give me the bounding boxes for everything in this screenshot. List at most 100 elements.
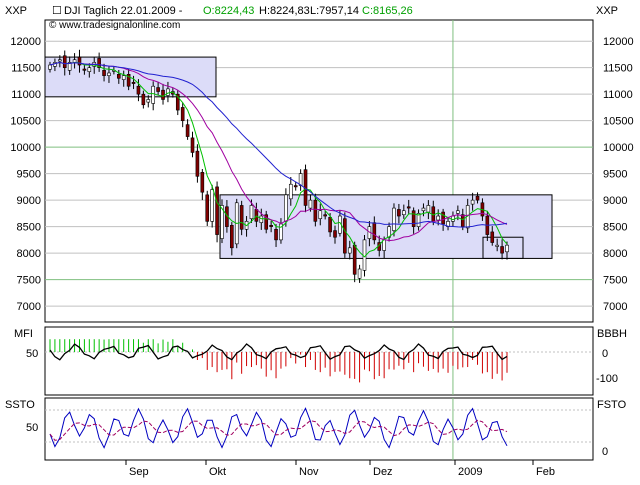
candle-body: [293, 185, 298, 188]
candle-body: [166, 88, 170, 96]
price-tick-right: 12000: [603, 36, 634, 48]
candle-body: [151, 85, 155, 104]
candle-body: [58, 59, 62, 62]
candle-body: [426, 205, 431, 213]
mfi-right-tick-minus100: -100: [596, 373, 618, 385]
candle-body: [318, 210, 323, 219]
mfi-right-label: BBBH: [597, 328, 627, 340]
candle-body: [116, 74, 121, 79]
candle-body: [421, 207, 426, 212]
candle-body: [347, 247, 352, 254]
copyright-label: © www.tradesignalonline.com: [49, 20, 180, 31]
candle-body: [62, 55, 67, 68]
candle-body: [505, 244, 509, 253]
candle-body: [397, 209, 401, 217]
candle-body: [284, 194, 288, 222]
chart-canvas: XXP ☐ DJI Taglich 22.01.2009 - O:8224,43…: [5, 5, 634, 478]
candle-body: [215, 186, 219, 235]
candle-body: [254, 209, 259, 222]
candle-body: [392, 207, 396, 231]
candle-body: [352, 244, 357, 275]
x-label: Nov: [299, 466, 319, 478]
candle-body: [402, 210, 406, 216]
ssto-right-label: FSTO: [597, 399, 627, 411]
price-tick-right: 9500: [603, 169, 627, 181]
mfi-right-tick-0: 0: [602, 348, 608, 360]
x-label: Feb: [536, 466, 555, 478]
price-tick-right: 8500: [603, 222, 627, 234]
time-axis: Sep Okt Nov Dez 2009 Feb: [125, 460, 555, 478]
candle-body: [406, 206, 411, 209]
price-tick-right: 11500: [603, 63, 633, 75]
candle-body: [249, 205, 254, 219]
price-tick-left: 7500: [17, 275, 41, 287]
candle-body: [185, 124, 190, 137]
candle-body: [107, 72, 111, 76]
candle-body: [451, 215, 455, 222]
candle-body: [102, 70, 106, 76]
candle-body: [180, 107, 185, 121]
low-value: L:7957,14: [310, 5, 359, 17]
candle-body: [328, 217, 332, 233]
price-tick-right: 11000: [603, 89, 633, 101]
candle-body: [411, 210, 416, 227]
mfi-panel[interactable]: [44, 326, 594, 396]
candle-body: [308, 199, 313, 209]
candle-body: [230, 225, 234, 249]
candle-body: [146, 99, 151, 103]
ssto-label: SSTO: [5, 399, 35, 411]
close-value: C:8165,26: [362, 5, 413, 17]
price-tick-left: 8500: [17, 222, 41, 234]
candle-body: [323, 214, 327, 217]
candle-body: [259, 215, 264, 223]
candle-body: [131, 81, 136, 84]
price-tick-left: 9500: [17, 169, 41, 181]
candle-body: [195, 150, 200, 177]
candle-body: [82, 68, 87, 71]
price-tick-left: 8000: [17, 248, 41, 260]
x-label: 2009: [458, 466, 482, 478]
candle-body: [288, 183, 293, 200]
price-tick-right: 7500: [603, 275, 627, 287]
candle-body: [470, 199, 475, 205]
candle-body: [382, 239, 386, 251]
title-prefix: DJI Taglich 22.01.2009 -: [64, 5, 183, 17]
candle-body: [156, 87, 160, 92]
candle-body: [475, 195, 480, 201]
candle-body: [456, 210, 460, 214]
candle-body: [333, 230, 337, 238]
candle-body: [436, 215, 441, 221]
price-tick-right: 8000: [603, 248, 627, 260]
high-value: H:8224,83: [259, 5, 310, 17]
candle-body: [372, 222, 377, 241]
candle-body: [210, 189, 214, 222]
price-tick-right: 10500: [603, 116, 634, 128]
candle-body: [495, 244, 499, 247]
stochastic-panel[interactable]: [44, 397, 594, 461]
price-tick-right: 10000: [603, 142, 634, 154]
right-axis-label: XXP: [596, 5, 618, 17]
candle-body: [121, 75, 126, 80]
x-label: Okt: [209, 466, 226, 478]
visibility-checkbox-icon[interactable]: ☐: [52, 5, 62, 17]
ssto-tick-50: 50: [26, 422, 38, 434]
candle-body: [161, 89, 165, 100]
price-tick-left: 9000: [17, 195, 41, 207]
price-tick-left: 10500: [10, 116, 41, 128]
left-axis-label: XXP: [5, 5, 27, 17]
candle-body: [490, 231, 495, 243]
candle-body: [343, 218, 347, 254]
price-tick-right: 9000: [603, 195, 627, 207]
ssto-right-tick-0: 0: [602, 446, 608, 458]
candle-body: [136, 85, 141, 95]
price-tick-left: 10000: [10, 142, 41, 154]
candle-body: [48, 64, 52, 70]
price-tick-left: 12000: [10, 36, 41, 48]
candle-body: [357, 268, 362, 279]
price-tick-left: 7000: [17, 301, 41, 313]
candle-body: [274, 228, 278, 241]
candle-body: [239, 205, 244, 230]
price-tick-left: 11000: [11, 89, 41, 101]
candle-body: [269, 225, 273, 227]
candle-body: [200, 172, 205, 193]
